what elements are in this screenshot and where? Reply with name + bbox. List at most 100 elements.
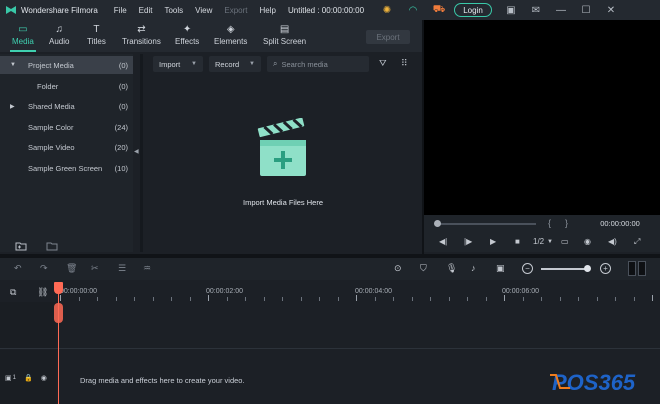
marker-icon[interactable]: ⛉ (420, 263, 427, 274)
library-item-count: (0) (118, 101, 128, 111)
zoom-out-icon[interactable]: − (522, 263, 533, 274)
snapshot-camera-icon[interactable]: ◉ (584, 237, 591, 246)
add-track-icon[interactable]: ⧉ (10, 287, 16, 298)
eye-icon[interactable]: ◉ (41, 374, 47, 382)
support-headset-icon[interactable]: ◠ (406, 3, 420, 17)
playhead-handle[interactable] (54, 282, 63, 294)
monitor-icon[interactable]: ▭ (561, 237, 569, 246)
undo-icon[interactable]: ↶ (14, 263, 22, 274)
grid-view-icon[interactable]: ⠿ (401, 58, 408, 69)
library-item-shared-media[interactable]: ▶ Shared Media (0) (0, 97, 133, 115)
volume-icon[interactable]: ◀) (608, 237, 617, 246)
stop-icon[interactable]: ■ (515, 237, 520, 246)
view-left-pane-icon[interactable] (628, 261, 636, 276)
ruler-tick (504, 295, 505, 301)
ruler-tick (115, 297, 117, 301)
view-right-pane-icon[interactable] (638, 261, 646, 276)
timeline-toolbar: ↶ ↷ 🗑 ✂ ☰ ♒ ⊙ ⛉ 🎙 ♪ ▣ − + (0, 258, 660, 280)
ruler-tick (60, 295, 61, 301)
search-input[interactable] (281, 59, 362, 69)
delete-icon[interactable]: 🗑 (66, 263, 77, 274)
library-item-project-media[interactable]: ▼ Project Media (0) (0, 56, 133, 74)
ruler-tick (652, 295, 653, 301)
folder-outline-icon[interactable] (46, 241, 58, 251)
import-drop-zone[interactable]: Import Media Files Here (223, 118, 343, 218)
cut-icon[interactable]: ✂ (91, 263, 99, 274)
preview-scrubber-track[interactable] (436, 223, 536, 225)
lock-icon[interactable]: 🔒 (24, 374, 33, 382)
menu-edit[interactable]: Edit (139, 6, 153, 15)
mail-icon[interactable]: ✉ (529, 3, 543, 17)
library-item-label: Sample Color (28, 122, 74, 132)
microphone-icon[interactable]: 🎙 (446, 263, 457, 274)
chevron-down-icon[interactable]: ▼ (547, 239, 553, 245)
library-item-label: Folder (37, 81, 59, 91)
library-item-label: Project Media (28, 60, 74, 70)
audio-mixer-icon[interactable]: ♪ (471, 263, 476, 273)
zoom-slider-track[interactable] (541, 268, 589, 270)
menu-file[interactable]: File (114, 6, 127, 15)
minimize-icon[interactable]: — (554, 3, 568, 17)
new-folder-icon[interactable] (15, 241, 27, 251)
library-item-sample-video[interactable]: Sample Video (20) (0, 138, 133, 156)
ruler-tick (633, 297, 635, 301)
snapshot-icon[interactable]: ▣ (496, 263, 505, 274)
playhead-position-marker[interactable] (54, 303, 63, 323)
save-icon[interactable]: ▣ (504, 3, 518, 17)
library-item-sample-green-screen[interactable]: Sample Green Screen (10) (0, 159, 133, 177)
adjust-icon[interactable]: ☰ (118, 263, 126, 274)
tab-label: Media (12, 37, 34, 46)
zoom-slider-handle[interactable] (584, 265, 591, 272)
redo-icon[interactable]: ↷ (40, 263, 48, 274)
menu-help[interactable]: Help (259, 6, 275, 15)
ruler-tick (356, 295, 357, 301)
audio-waveform-icon[interactable]: ♒ (143, 263, 151, 274)
fullscreen-icon[interactable]: ⤢ (634, 237, 640, 247)
chevron-down-icon: ▼ (191, 61, 197, 67)
playback-speed[interactable]: 1/2 (533, 237, 544, 246)
tab-media[interactable]: ▭ Media (10, 22, 36, 52)
menu-view[interactable]: View (195, 6, 212, 15)
ruler-tick (226, 297, 228, 301)
ruler-tick (522, 297, 524, 301)
render-preview-icon[interactable]: ⊙ (394, 263, 402, 274)
export-button[interactable]: Export (366, 30, 410, 44)
maximize-icon[interactable]: ☐ (579, 3, 593, 17)
video-track-header (0, 302, 56, 348)
play-icon[interactable]: ▶ (490, 237, 496, 246)
window-icons: ▣ ✉ — ☐ ✕ (504, 3, 629, 17)
in-out-markers-icon[interactable]: {} (548, 218, 582, 228)
menu-export[interactable]: Export (224, 6, 247, 15)
tab-audio[interactable]: ♫ Audio (49, 22, 69, 47)
timeline-ruler[interactable]: ⧉ ⛓ 00:00:00:00 00:00:02:00 00:00:04:00 … (0, 282, 660, 302)
preview-screen (424, 20, 660, 215)
link-icon[interactable]: ⛓ (37, 287, 48, 298)
library-item-sample-color[interactable]: Sample Color (24) (0, 118, 133, 136)
video-track[interactable] (0, 302, 660, 348)
tab-split-screen[interactable]: ▤ Split Screen (263, 22, 306, 47)
cart-icon[interactable]: ⛟ (432, 3, 446, 17)
split-screen-icon: ▤ (279, 23, 290, 35)
collapse-panel-icon[interactable]: ◀ (134, 148, 140, 155)
library-item-count: (10) (114, 163, 128, 173)
play-frame-icon[interactable]: |▶ (464, 237, 472, 246)
tab-transitions[interactable]: ⇄ Transitions (122, 22, 161, 47)
login-button[interactable]: Login (454, 3, 492, 17)
import-dropdown[interactable]: Import ▼ (153, 56, 203, 72)
filter-icon[interactable]: ⛛ (379, 58, 387, 69)
zoom-in-icon[interactable]: + (600, 263, 611, 274)
previous-frame-icon[interactable]: ◀| (439, 237, 447, 246)
tab-titles[interactable]: T Titles (87, 22, 106, 47)
search-icon: ⌕ (273, 59, 278, 68)
menu-tools[interactable]: Tools (164, 6, 183, 15)
record-dropdown[interactable]: Record ▼ (209, 56, 261, 72)
ruler-tick (263, 297, 265, 301)
track-separator (0, 348, 660, 349)
close-icon[interactable]: ✕ (604, 3, 618, 17)
text-icon: T (93, 23, 100, 35)
tab-elements[interactable]: ◈ Elements (214, 22, 247, 47)
preview-scrubber-handle[interactable] (434, 220, 441, 227)
bulb-icon[interactable]: ✺ (380, 3, 394, 17)
tab-effects[interactable]: ✦ Effects (175, 22, 199, 47)
library-item-folder[interactable]: Folder (0) (0, 77, 133, 95)
